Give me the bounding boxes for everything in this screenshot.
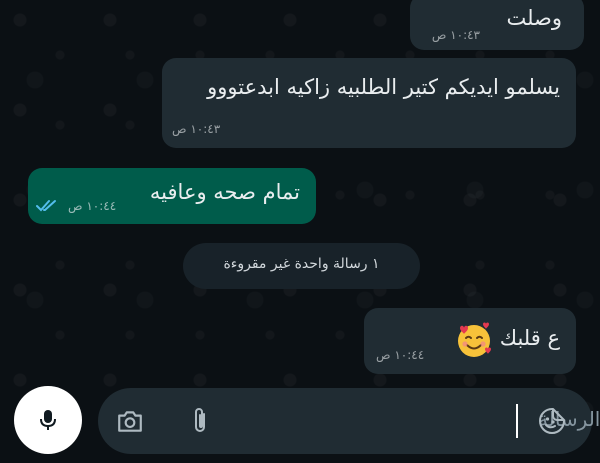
sticker-icon[interactable] — [538, 407, 566, 435]
unread-divider-text: ١ رسالة واحدة غير مقروءة — [223, 256, 380, 272]
message-text: تمام صحه وعافيه — [149, 180, 300, 204]
message-time: ١٠:٤٣ ص — [431, 28, 480, 42]
read-receipt-icon — [36, 200, 56, 212]
camera-icon[interactable] — [116, 408, 144, 434]
unread-messages-divider: ١ رسالة واحدة غير مقروءة — [183, 243, 420, 289]
text-caret — [516, 404, 518, 438]
voice-record-button[interactable] — [14, 386, 82, 454]
message-text: وصلت — [506, 6, 562, 30]
smiling-face-with-hearts-icon — [458, 322, 491, 357]
message-bubble-incoming[interactable]: وصلت ١٠:٤٣ ص — [410, 0, 584, 50]
message-bubble-outgoing[interactable]: تمام صحه وعافيه ١٠:٤٤ ص — [28, 168, 316, 224]
message-text: يسلمو ايديكم كتير الطلبيه زاكيه ابدعتووو — [207, 75, 560, 99]
message-bubble-incoming[interactable]: يسلمو ايديكم كتير الطلبيه زاكيه ابدعتووو… — [162, 58, 576, 148]
message-time: ١٠:٤٣ ص — [172, 122, 221, 136]
message-composer[interactable]: الرسالة — [98, 388, 600, 454]
message-time: ١٠:٤٤ ص — [68, 199, 117, 213]
message-time: ١٠:٤٤ ص — [376, 348, 425, 362]
attach-icon[interactable] — [190, 406, 210, 436]
mic-icon — [40, 410, 56, 430]
message-text: ع قلبك — [499, 326, 560, 350]
